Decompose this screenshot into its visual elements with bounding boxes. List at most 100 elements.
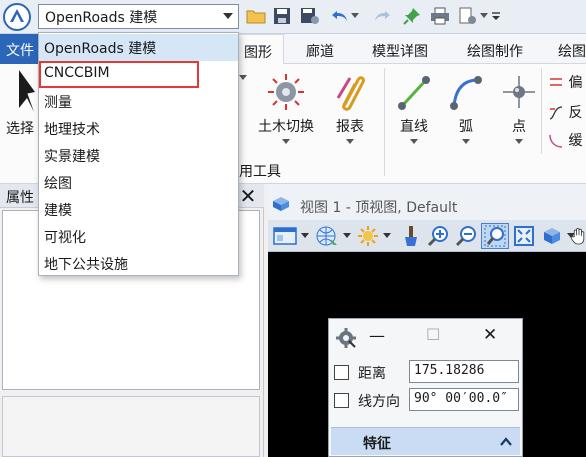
features-section-header[interactable]: 特征 [331,427,520,455]
dropdown-item-drawing[interactable]: 绘图 [39,169,238,196]
workflow-select[interactable]: OpenRoads 建模 [38,4,239,29]
line-tool-button[interactable]: 直线 [394,72,434,144]
arc-icon [450,76,482,110]
direction-row: 线方向 90° 00′00.0″ [329,386,522,414]
tab-drawing[interactable]: 绘图 [550,34,586,64]
features-section-label: 特征 [363,436,391,452]
dropdown-item-cnccbim[interactable]: CNCCBIM [39,61,199,88]
display-style-icon[interactable] [313,223,341,249]
ribbon-separator [384,68,385,176]
tab-corridor[interactable]: 廊道 [290,34,350,64]
spiral-tool-label: 缓 [568,133,583,149]
dropdown-item-underground-utilities[interactable]: 地下公共设施 [39,250,238,277]
arc-tool-label: 弧 [459,119,473,135]
reports-button[interactable]: 报表 [330,72,370,144]
ribbon-separator [541,68,542,154]
offset-icon [550,78,562,86]
spiral-tool-button[interactable]: 缓 [548,130,586,150]
page-settings-icon[interactable] [457,5,479,27]
app-logo-icon[interactable] [2,2,32,32]
ribbon-overflow-dropdown[interactable] [239,72,247,80]
select-tool-label: 选择 [6,121,34,137]
view-toolbar [268,220,586,252]
chevron-down-icon [282,139,290,144]
offset-tool-button[interactable]: 偏 [548,72,586,92]
dropdown-item-geotechnical[interactable]: 地理技术 [39,115,238,142]
tab-model-detail[interactable]: 模型详图 [360,34,440,64]
print-icon[interactable] [429,5,451,27]
maximize-icon[interactable]: ☐ [426,325,440,344]
view-title-bar: 视图 1 - 顶视图, Default [268,184,586,220]
dropdown-item-survey[interactable]: 测量 [39,88,238,115]
civil-toggle-label: 土木切换 [258,119,314,135]
point-icon [503,76,535,108]
chevron-down-icon [515,139,523,144]
chevron-down-icon[interactable] [299,223,311,249]
select-arrow-icon [19,70,35,112]
minimize-icon[interactable]: — [369,326,385,345]
offset-tool-label: 偏 [568,75,583,91]
undo-icon[interactable] [329,5,351,27]
line-icon [398,76,430,110]
close-icon[interactable]: ✕ [483,325,497,345]
civil-toggle-icon [268,74,304,110]
distance-lock-checkbox[interactable] [334,365,349,380]
reverse-curve-icon [549,106,563,120]
quick-access-toolbar: OpenRoads 建模 [0,0,586,34]
chevron-down-icon [462,139,470,144]
properties-title: 属性 [6,190,34,206]
chevron-down-icon[interactable] [341,223,353,249]
workflow-dropdown-list: OpenRoads 建模 CNCCBIM 测量 地理技术 实景建模 绘图 建模 … [38,32,239,276]
reverse-tool-button[interactable]: 反 [548,102,586,122]
dropdown-item-visualization[interactable]: 可视化 [39,223,238,250]
tab-drawing-production[interactable]: 绘图制作 [455,34,535,64]
update-view-brush-icon[interactable] [399,223,423,249]
zoom-in-icon[interactable] [425,223,451,249]
tab-graphics[interactable]: 图形 [232,34,284,64]
save-settings-icon[interactable] [299,5,321,27]
chevron-down-icon [346,139,354,144]
accudraw-title-bar: — ☐ ✕ [329,319,522,355]
accudraw-settings-icon[interactable] [335,327,357,349]
chevron-down-icon [410,139,418,144]
reports-label: 报表 [336,119,364,135]
reverse-tool-label: 反 [568,105,583,121]
close-icon[interactable]: ✕ [237,185,259,207]
workflow-select-value: OpenRoads 建模 [45,9,158,26]
zoom-out-icon[interactable] [453,223,479,249]
distance-row: 距离 175.18286 [329,358,522,386]
point-tool-label: 点 [512,119,526,135]
point-tool-button[interactable]: 点 [502,72,536,144]
chevron-down-icon[interactable] [381,223,393,249]
direction-lock-checkbox[interactable] [334,393,349,408]
rotate-view-icon[interactable] [539,223,565,249]
civil-toggle-button[interactable]: 土木切换 [254,72,318,144]
chevron-down-icon [223,13,233,19]
dropdown-item-modeling[interactable]: 建模 [39,196,238,223]
select-tool-button[interactable]: 选择 [0,68,40,138]
ribbon-group-label: 用工具 [239,164,281,180]
view-title: 视图 1 - 顶视图, Default [300,200,458,216]
view-attributes-icon[interactable] [271,223,299,249]
arc-tool-button[interactable]: 弧 [446,72,486,144]
distance-field[interactable]: 175.18286 [409,360,519,383]
line-tool-label: 直线 [400,119,428,135]
customize-toolbar-icon[interactable] [489,5,503,27]
lighting-icon[interactable] [355,223,381,249]
save-icon[interactable] [271,5,293,27]
pin-icon[interactable] [401,5,423,27]
properties-footer [2,396,260,457]
accudraw-dialog: — ☐ ✕ 距离 175.18286 线方向 90° 00′00.0″ 特征 [328,318,523,457]
direction-field[interactable]: 90° 00′00.0″ [409,388,519,411]
redo-icon[interactable] [371,5,393,27]
window-area-zoom-icon[interactable] [481,223,509,249]
undo-dropdown-icon[interactable] [349,5,361,27]
fit-view-icon[interactable] [511,223,537,249]
spiral-icon [549,134,563,148]
open-folder-icon[interactable] [245,5,267,27]
dropdown-item-openroads[interactable]: OpenRoads 建模 [39,34,238,61]
paperclip-icon [336,76,365,111]
chevron-up-icon [500,437,512,446]
pan-hand-icon[interactable] [571,223,586,249]
dropdown-item-reality-modeling[interactable]: 实景建模 [39,142,238,169]
